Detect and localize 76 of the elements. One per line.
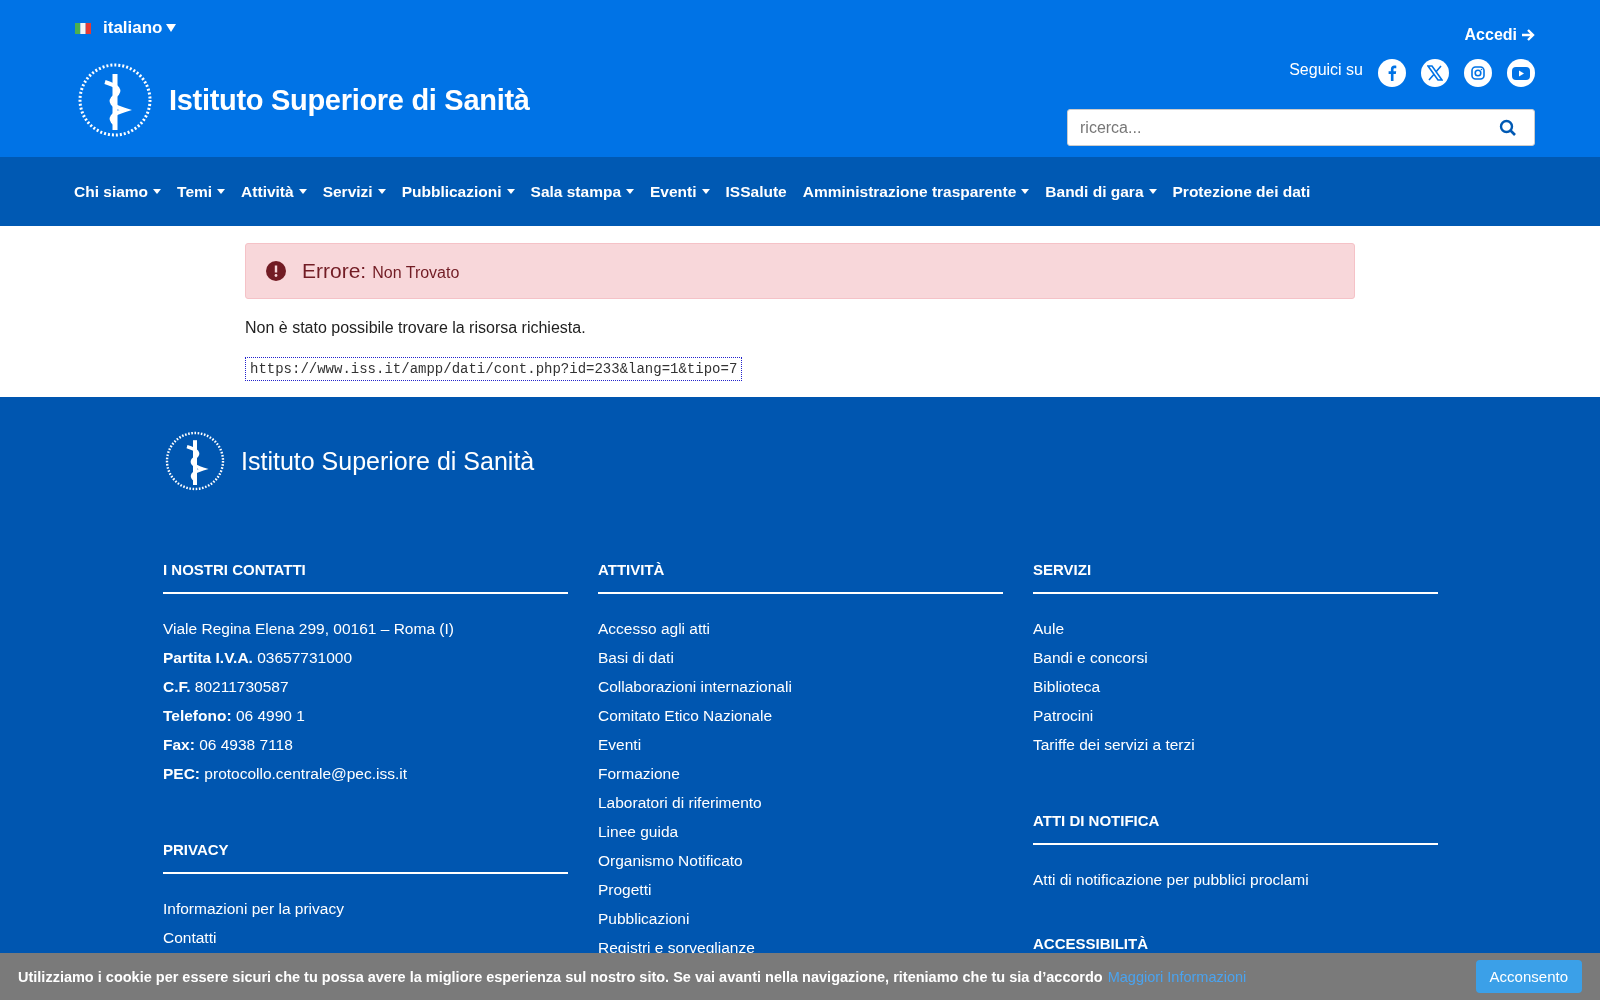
nav-item[interactable]: Temi	[177, 182, 226, 201]
footer-link[interactable]: Informazioni per la privacy	[163, 894, 344, 923]
search-field[interactable]: ricerca...	[1067, 109, 1535, 146]
footer-heading: SERVIZI	[1033, 561, 1092, 578]
footer-link[interactable]: Eventi	[598, 730, 642, 759]
footer-link[interactable]: Linee guida	[598, 817, 679, 846]
footer-heading: ACCESSIBILITÀ	[1033, 935, 1148, 952]
social-link[interactable]	[1378, 59, 1406, 87]
footer-link[interactable]: Biblioteca	[1033, 672, 1101, 701]
footer-link[interactable]: PEC: protocollo.centrale@pec.iss.it	[163, 759, 408, 788]
nav-item[interactable]: Eventi	[650, 182, 710, 201]
footer-link[interactable]: Viale Regina Elena 299, 00161 – Roma (I)	[163, 614, 454, 643]
nav-item[interactable]: ISSalute	[725, 182, 787, 201]
caret-icon	[1148, 189, 1157, 194]
footer-link[interactable]: C.F. 80211730587	[163, 672, 289, 701]
search-icon[interactable]	[1499, 119, 1517, 137]
footer-link[interactable]: Laboratori di riferimento	[598, 788, 762, 817]
footer-link[interactable]: Fax: 06 4938 7118	[163, 730, 293, 759]
footer-link[interactable]: Bandi e concorsi	[1033, 643, 1148, 672]
social-link[interactable]	[1464, 59, 1492, 87]
x-icon	[1427, 65, 1443, 81]
error-message: Non Trovato	[372, 263, 460, 282]
caret-icon	[506, 189, 515, 194]
error-title: Errore:	[302, 259, 367, 283]
caret-icon	[153, 189, 162, 194]
requested-url: https://www.iss.it/ampp/dati/cont.php?id=233&lang=1&tipo=7	[245, 357, 743, 381]
social-link[interactable]	[1507, 59, 1535, 87]
caret-icon	[165, 24, 176, 32]
social-link[interactable]	[1421, 59, 1449, 87]
caret-icon	[217, 189, 226, 194]
footer-link[interactable]: Aule	[1033, 614, 1065, 643]
nav-item[interactable]: Sala stampa	[530, 182, 634, 201]
nav-item[interactable]: Pubblicazioni	[401, 182, 515, 201]
nav-item[interactable]: Protezione dei dati	[1172, 182, 1311, 201]
footer-link[interactable]: Contatti	[163, 923, 217, 952]
italian-flag-icon	[75, 22, 91, 34]
error-description: Non è stato possibile trovare la risorsa richiesta.	[245, 319, 587, 337]
facebook-icon	[1387, 65, 1397, 81]
caret-icon	[1021, 189, 1030, 194]
footer-site-title[interactable]: Istituto Superiore di Sanità	[241, 446, 535, 476]
nav-item[interactable]: Attività	[241, 182, 307, 201]
cookie-notice: Utilizziamo i cookie per essere sicuri che tu possa avere la migliore esperienza sul nostro sito. Se vai avanti nella navigazione, riteniamo che tu sia d’accordo Maggiori Informazioni	[18, 968, 1247, 985]
footer-link[interactable]: Atti di notificazione per pubblici proclami	[1033, 865, 1309, 894]
nav-item[interactable]: Servizi	[322, 182, 386, 201]
footer-link[interactable]: Pubblicazioni	[598, 904, 690, 933]
footer-link[interactable]: Collaborazioni internazionali	[598, 672, 792, 701]
footer-heading: PRIVACY	[163, 841, 229, 858]
footer-link[interactable]: Telefono: 06 4990 1	[163, 701, 305, 730]
footer-heading: ATTIVITÀ	[598, 561, 665, 578]
language-selector[interactable]: italiano	[75, 18, 530, 38]
footer-link[interactable]: Patrocini	[1033, 701, 1094, 730]
footer-link[interactable]: Partita I.V.A. 03657731000	[163, 643, 353, 672]
caret-icon	[626, 189, 634, 194]
arrow-right-icon	[1521, 28, 1535, 42]
footer-heading: I NOSTRI CONTATTI	[163, 561, 306, 578]
exclamation-icon	[266, 261, 286, 281]
logo-emblem-drawing	[163, 429, 227, 493]
footer-link[interactable]: Tariffe dei servizi a terzi	[1033, 730, 1195, 759]
nav-item[interactable]: Bandi di gara	[1045, 182, 1157, 201]
nav-item[interactable]: Chi siamo	[74, 182, 162, 201]
nav-item[interactable]: Amministrazione trasparente	[802, 182, 1030, 201]
caret-icon	[377, 189, 386, 194]
footer-link[interactable]: Comitato Etico Nazionale	[598, 701, 773, 730]
login-link[interactable]: Accedi	[1464, 26, 1535, 44]
footer-link[interactable]: Accesso agli atti	[598, 614, 710, 643]
site-title[interactable]: Istituto Superiore di Sanità	[169, 83, 530, 117]
instagram-icon	[1471, 66, 1485, 80]
caret-icon	[701, 189, 710, 194]
footer-link[interactable]: Basi di dati	[598, 643, 674, 672]
follow-label: Seguici su	[1289, 61, 1363, 79]
footer-link[interactable]: Formazione	[598, 759, 680, 788]
caret-icon	[298, 189, 307, 194]
youtube-icon	[1512, 66, 1530, 80]
footer-heading: ATTI DI NOTIFICA	[1033, 812, 1160, 829]
footer-link[interactable]: Organismo Notificato	[598, 846, 743, 875]
footer-link[interactable]: Progetti	[598, 875, 652, 904]
